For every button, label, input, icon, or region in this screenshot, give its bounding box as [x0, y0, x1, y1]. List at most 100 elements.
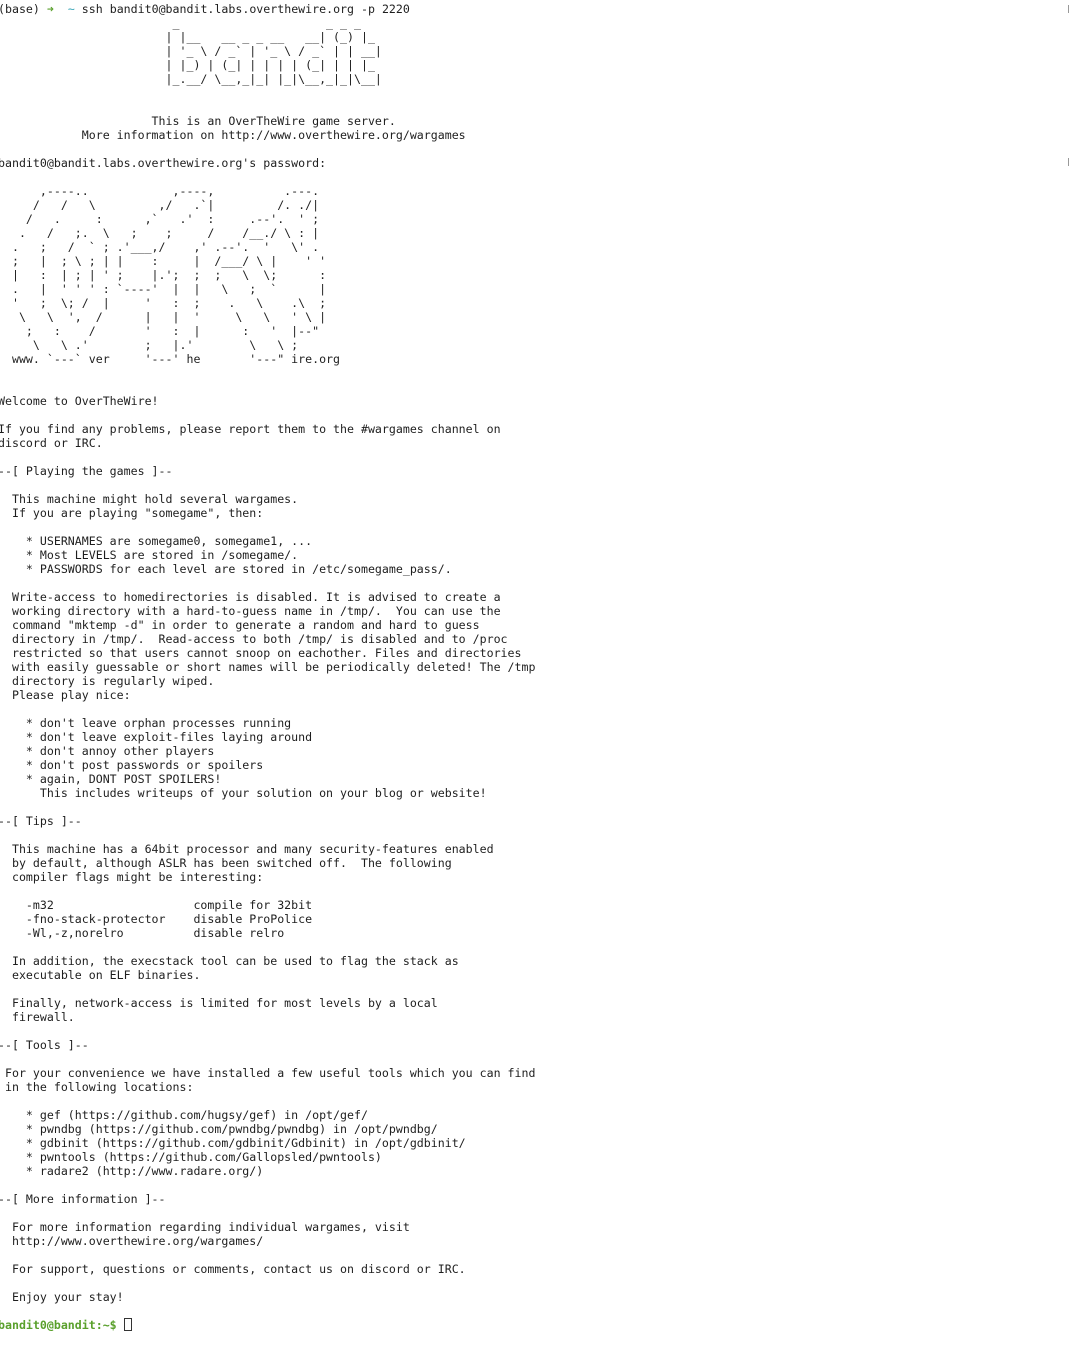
output-line: * don't post passwords or spoilers	[0, 758, 264, 772]
output-line: . | ' ' ' : `----' | | \ ; ` |	[0, 282, 327, 296]
prompt-arrow-icon: ➜	[46, 2, 54, 16]
output-line: -Wl,-z,norelro disable relro	[0, 926, 285, 940]
output-line: * gef (https://github.com/hugsy/gef) in …	[0, 1108, 368, 1122]
output-line: * don't annoy other players	[0, 744, 215, 758]
output-line: firewall.	[0, 1010, 75, 1024]
output-line: ,----.. ,----, .---.	[0, 184, 320, 198]
output-line: This is an OverTheWire game server.	[0, 114, 396, 128]
output-line: restricted so that users cannot snoop on…	[0, 646, 522, 660]
output-line: Enjoy your stay!	[0, 1290, 124, 1304]
output-line: If you find any problems, please report …	[0, 422, 501, 436]
output-line: * don't leave exploit-files laying aroun…	[0, 730, 313, 744]
output-line: This machine might hold several wargames…	[0, 492, 299, 506]
output-line: * gdbinit (https://github.com/gdbinit/Gd…	[0, 1136, 466, 1150]
output-line: --[ Playing the games ]--	[0, 464, 173, 478]
output-line: --[ More information ]--	[0, 1192, 166, 1206]
output-line: | |_) | (_| | | | | (_| | | |_	[0, 58, 382, 72]
output-line: For your convenience we have installed a…	[0, 1066, 536, 1080]
conda-env-label: (base)	[0, 2, 40, 16]
output-line: Write-access to homedirectories is disab…	[0, 590, 501, 604]
output-line: * pwndbg (https://github.com/pwndbg/pwnd…	[0, 1122, 438, 1136]
output-line: For more information regarding individua…	[0, 1220, 410, 1234]
output-line: directory in /tmp/. Read-access to both …	[0, 632, 508, 646]
output-line: / / \ ,/ .`| /. ./|	[0, 198, 320, 212]
output-line: |_.__/ \__,_|_| |_|\__,_|_|\__|	[0, 72, 382, 86]
terminal-output: (base) ➜ ~ ssh bandit0@bandit.labs.overt…	[0, 2, 1064, 1332]
text-cursor	[123, 1318, 132, 1331]
output-line: -m32 compile for 32bit	[0, 898, 313, 912]
output-line: * radare2 (http://www.radare.org/)	[0, 1164, 264, 1178]
output-line: --[ Tools ]--	[0, 1038, 89, 1052]
output-line: More information on http://www.overthewi…	[0, 128, 466, 142]
output-line: . / ;. \ ; ; / /__./ \ : |	[0, 226, 320, 240]
output-block: _ _ _ _ | |__ __ _ _ __ __| (_) |_ | '_ …	[0, 16, 1064, 1318]
shell-prompt: bandit0@bandit:~$	[0, 1318, 124, 1332]
output-line: by default, although ASLR has been switc…	[0, 856, 452, 870]
output-line: | : | ; | ' ; |.'; ; ; \ \; :	[0, 268, 327, 282]
output-line: directory is regularly wiped.	[0, 674, 215, 688]
output-line: ; : / ' : | : ' |--"	[0, 324, 320, 338]
scroll-marker	[1066, 158, 1069, 166]
output-line: . ; / ` ; .'___,/ ,' .--'. ' \' .	[0, 240, 320, 254]
shell-prompt-line[interactable]: bandit0@bandit:~$	[0, 1318, 1064, 1332]
output-line: * Most LEVELS are stored in /somegame/.	[0, 548, 299, 562]
output-line: Please play nice:	[0, 688, 131, 702]
output-line: with easily guessable or short names wil…	[0, 660, 536, 674]
output-line: --[ Tips ]--	[0, 814, 82, 828]
output-line: This machine has a 64bit processor and m…	[0, 842, 494, 856]
ssh-command: ssh bandit0@bandit.labs.overthewire.org …	[81, 2, 410, 16]
output-line: This includes writeups of your solution …	[0, 786, 487, 800]
output-line: discord or IRC.	[0, 436, 103, 450]
output-line: _ _ _ _	[0, 16, 382, 30]
output-line: bandit0@bandit.labs.overthewire.org's pa…	[0, 156, 327, 170]
output-line: * don't leave orphan processes running	[0, 716, 292, 730]
output-line: executable on ELF binaries.	[0, 968, 201, 982]
output-line: If you are playing "somegame", then:	[0, 506, 264, 520]
output-line: www. `---` ver '---' he '---" ire.org	[0, 352, 341, 366]
output-line: ; | ; \ ; | | : | /___/ \ | ' '	[0, 254, 327, 268]
output-line: \ \ ', / | | ' \ \ ' \ |	[0, 310, 327, 324]
current-directory: ~	[67, 2, 75, 16]
output-line: Finally, network-access is limited for m…	[0, 996, 438, 1010]
output-line: Welcome to OverTheWire!	[0, 394, 159, 408]
output-line: -fno-stack-protector disable ProPolice	[0, 912, 313, 926]
command-line: (base) ➜ ~ ssh bandit0@bandit.labs.overt…	[0, 2, 1064, 16]
output-line: working directory with a hard-to-guess n…	[0, 604, 501, 618]
output-line: http://www.overthewire.org/wargames/	[0, 1234, 264, 1248]
output-line: ' ; \; / | ' : ; . \ .\ ;	[0, 296, 327, 310]
output-line: * PASSWORDS for each level are stored in…	[0, 562, 452, 576]
output-line: compiler flags might be interesting:	[0, 870, 264, 884]
output-line: | |__ __ _ _ __ __| (_) |_	[0, 30, 382, 44]
output-line: in the following locations:	[0, 1080, 194, 1094]
output-line: * again, DONT POST SPOILERS!	[0, 772, 222, 786]
output-line: In addition, the execstack tool can be u…	[0, 954, 459, 968]
output-line: | '_ \ / _` | '_ \ / _` | | __|	[0, 44, 382, 58]
terminal-window[interactable]: { "terminal": { "command": { "env": "(ba…	[0, 0, 1074, 1357]
output-line: command "mktemp -d" in order to generate…	[0, 618, 480, 632]
output-line: * pwntools (https://github.com/Gallopsle…	[0, 1150, 382, 1164]
